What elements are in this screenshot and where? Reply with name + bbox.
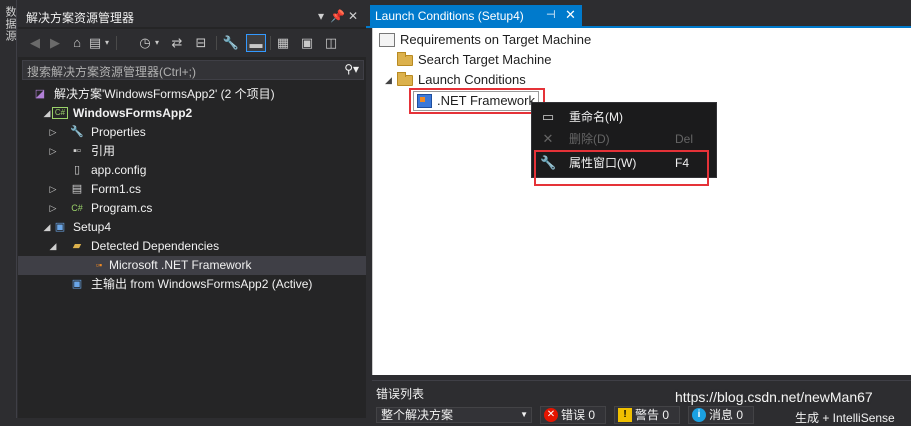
info-icon: i [692, 408, 706, 422]
tree-item-app-config[interactable]: ▯ app.config [18, 161, 366, 180]
data-sources-tab[interactable]: 数据源 [2, 6, 18, 42]
tree-item-properties[interactable]: ▷ 🔧 Properties [18, 123, 366, 142]
search-placeholder: 搜索解决方案资源管理器(Ctrl+;) [27, 65, 196, 79]
tree-item-setup4[interactable]: ◢ ▣ Setup4 [18, 218, 366, 237]
tree-item-microsoft-net-framework[interactable]: ▫▪ Microsoft .NET Framework [18, 256, 366, 275]
tree-item-form1[interactable]: ▷ ▤ Form1.cs [18, 180, 366, 199]
solution-search-input[interactable]: 搜索解决方案资源管理器(Ctrl+;) ⚲▾ [22, 60, 364, 80]
solution-explorer-title-bar: 解决方案资源管理器 ▾ 📌 ✕ [18, 5, 366, 27]
watermark: https://blog.csdn.net/newMan67 [675, 389, 873, 405]
primary-output-icon: ▣ [71, 278, 83, 290]
editor-tab-bar: Launch Conditions (Setup4) ⊣ ✕ [366, 0, 911, 28]
tree-item-primary-output[interactable]: ▣ 主输出 from WindowsFormsApp2 (Active) [18, 275, 366, 294]
close-tab-icon[interactable]: ✕ [565, 7, 576, 23]
window-position-dropdown-icon[interactable]: ▾ [314, 8, 328, 24]
sync-icon[interactable]: ⇄ [168, 34, 186, 52]
back-icon[interactable]: ◀ [26, 34, 44, 52]
collapsed-arrow-icon[interactable]: ▷ [48, 180, 58, 199]
tree-item-project-windowsformsapp2[interactable]: ◢ C# WindowsFormsApp2 [18, 104, 366, 123]
search-icon[interactable]: ⚲▾ [344, 62, 359, 76]
warnings-filter-button[interactable]: ! 警告 0 [614, 406, 680, 424]
folder-icon [397, 52, 413, 66]
references-icon: ▪▫ [73, 145, 81, 157]
errors-filter-button[interactable]: ✕ 错误 0 [540, 406, 606, 424]
folder-icon [397, 72, 413, 86]
expanded-arrow-icon[interactable]: ◢ [42, 218, 52, 237]
preview-selected-icon[interactable]: ▬ [246, 34, 266, 52]
chevron-down-icon: ▼ [520, 410, 528, 419]
config-file-icon: ▯ [73, 164, 81, 176]
solution-explorer-title: 解决方案资源管理器 [26, 11, 135, 25]
close-icon[interactable]: ✕ [346, 8, 360, 24]
menu-item-delete[interactable]: ✕ 删除(D) Del [532, 128, 718, 150]
requirements-icon [379, 33, 395, 47]
expanded-arrow-icon[interactable]: ◢ [385, 71, 392, 89]
setup-project-icon: ▣ [54, 221, 66, 233]
collapsed-arrow-icon[interactable]: ▷ [48, 142, 58, 161]
net-framework-icon [417, 94, 432, 108]
dependency-icon: ▫▪ [95, 260, 103, 270]
properties-wrench-icon[interactable]: 🔧 [222, 34, 240, 52]
tree-item-solution[interactable]: ◪ 解决方案'WindowsFormsApp2' (2 个项目) [18, 85, 366, 104]
tree-item-detected-dependencies[interactable]: ◢ ▰ Detected Dependencies [18, 237, 366, 256]
tab-launch-conditions[interactable]: Launch Conditions (Setup4) ⊣ ✕ [370, 5, 582, 28]
messages-filter-button[interactable]: i 消息 0 [688, 406, 754, 424]
net-framework-label: .NET Framework [437, 93, 535, 108]
menu-item-rename[interactable]: ▭ 重命名(M) [532, 106, 718, 128]
filter-dropdown-icon[interactable]: ▾ [152, 34, 162, 52]
error-list-title: 错误列表 [376, 387, 425, 401]
tree-item-references[interactable]: ▷ ▪▫ 引用 [18, 142, 366, 161]
view-code-icon[interactable]: ◫ [322, 34, 340, 52]
error-icon: ✕ [544, 408, 558, 422]
tab-title: Launch Conditions (Setup4) [375, 9, 524, 23]
rename-icon: ▭ [541, 109, 555, 124]
solution-icon: ◪ [34, 88, 46, 100]
solution-explorer-panel: 解决方案资源管理器 ▾ 📌 ✕ ◀ ▶ ⌂ ▤ ▾ ◷ ▾ ⇄ ⊟ 🔧 ▬ ▦ … [18, 5, 366, 418]
tree-item-net-framework[interactable]: .NET Framework [413, 91, 539, 111]
csharp-project-icon: C# [52, 107, 68, 119]
error-scope-dropdown[interactable]: 整个解决方案 ▼ [376, 407, 532, 423]
data-sources-strip[interactable]: 数据源 [0, 0, 17, 418]
collapse-all-icon[interactable]: ⊟ [192, 34, 210, 52]
launch-conditions-editor: Requirements on Target Machine Search Ta… [372, 28, 911, 375]
wrench-icon: 🔧 [70, 126, 84, 138]
show-all-files-icon[interactable]: ▦ [274, 34, 292, 52]
expanded-arrow-icon[interactable]: ◢ [48, 237, 58, 256]
highlight-box-properties-window [534, 150, 709, 186]
form-icon: ▤ [71, 183, 83, 195]
folder-open-icon: ▰ [72, 240, 82, 252]
home-icon[interactable]: ⌂ [68, 34, 86, 52]
switch-views-dropdown-icon[interactable]: ▾ [102, 34, 112, 52]
collapsed-arrow-icon[interactable]: ▷ [48, 123, 58, 142]
expanded-arrow-icon[interactable]: ◢ [42, 104, 52, 123]
pin-icon[interactable]: 📌 [330, 8, 345, 24]
forward-icon[interactable]: ▶ [46, 34, 64, 52]
csharp-file-icon: C# [71, 203, 83, 213]
collapsed-arrow-icon[interactable]: ▷ [48, 199, 58, 218]
refresh-icon[interactable]: ▣ [298, 34, 316, 52]
solution-explorer-toolbar: ◀ ▶ ⌂ ▤ ▾ ◷ ▾ ⇄ ⊟ 🔧 ▬ ▦ ▣ ◫ [18, 29, 366, 57]
tree-item-program[interactable]: ▷ C# Program.cs [18, 199, 366, 218]
delete-icon: ✕ [542, 131, 554, 146]
warning-icon: ! [618, 408, 632, 422]
pin-tab-icon[interactable]: ⊣ [546, 8, 556, 21]
